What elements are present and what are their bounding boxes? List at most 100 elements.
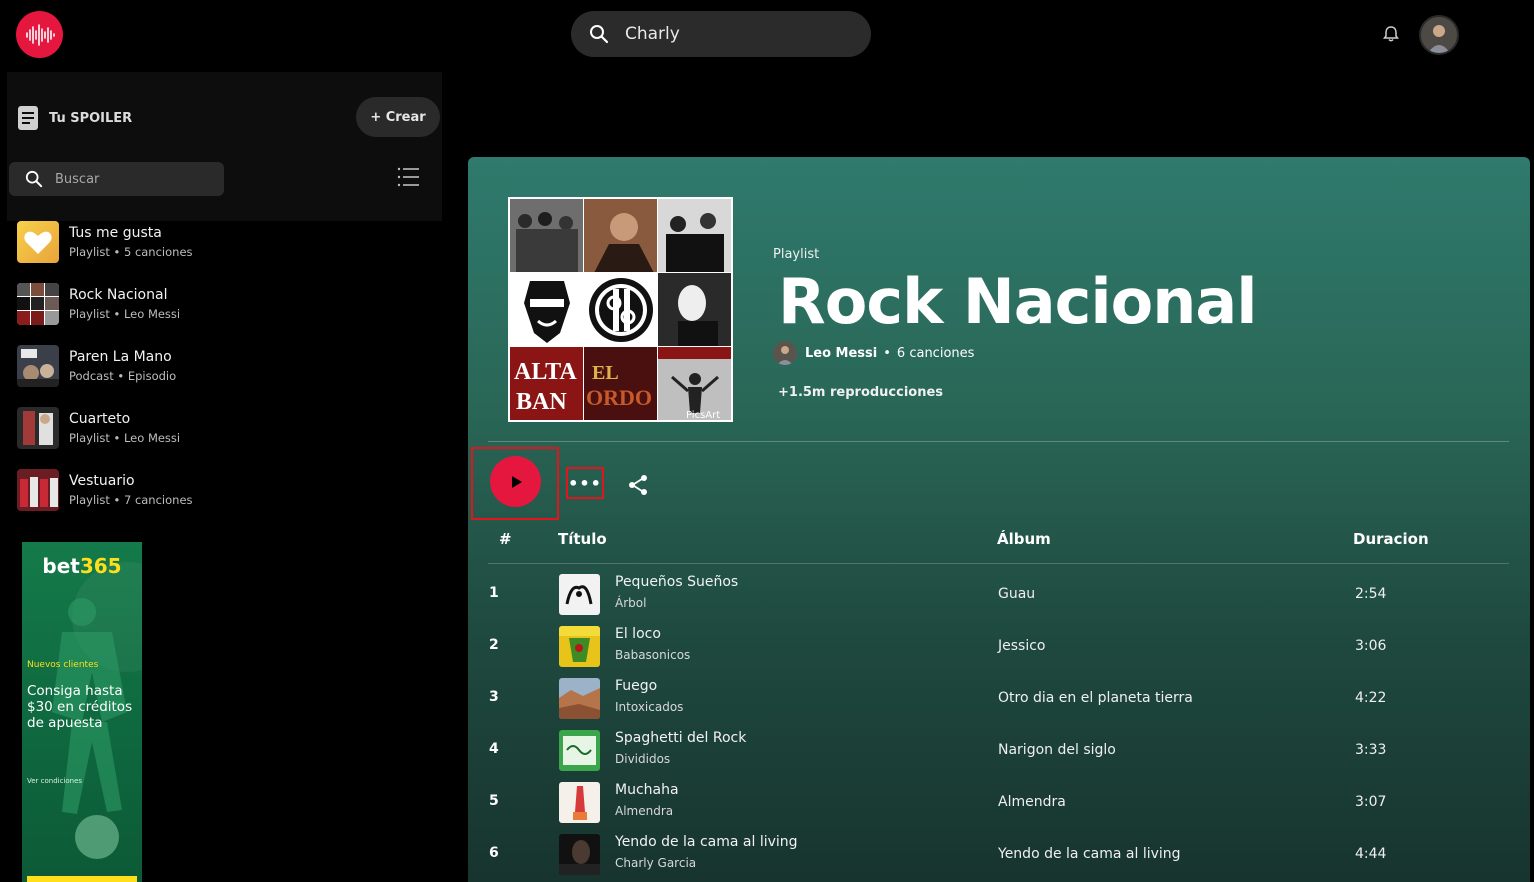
liked-songs-thumb: [17, 221, 59, 263]
playlist-title: Rock Nacional: [778, 265, 1257, 338]
user-avatar[interactable]: [1419, 15, 1459, 55]
play-icon: [511, 475, 522, 488]
library-item-sub: Podcast • Episodio: [69, 369, 177, 383]
track-album[interactable]: Otro dia en el planeta tierra: [998, 690, 1193, 706]
track-row[interactable]: 1 Pequeños Sueños Árbol Guau 2:54: [468, 569, 1530, 621]
track-artist[interactable]: Almendra: [615, 804, 673, 818]
column-header-duration[interactable]: Duracion: [1353, 530, 1429, 548]
svg-text:BAN: BAN: [516, 389, 567, 415]
playlist-plays: +1.5m reproducciones: [778, 385, 944, 400]
track-duration: 4:22: [1355, 690, 1387, 706]
track-row[interactable]: 4 Spaghetti del Rock Divididos Narigon d…: [468, 725, 1530, 777]
library-title[interactable]: Tu SPOILER: [17, 105, 132, 131]
track-album[interactable]: Jessico: [998, 638, 1045, 654]
playlist-cover: ALTA BAN EL ORDO PicsArt: [508, 197, 733, 422]
svg-text:ORDO: ORDO: [586, 385, 652, 410]
more-options-label: •••: [568, 473, 602, 493]
ad-new-clients: Nuevos clientes: [27, 660, 99, 670]
library-icon: [18, 106, 38, 130]
separator-dot: •: [883, 345, 891, 361]
library-title-label: Tu SPOILER: [49, 110, 133, 126]
track-number: 6: [489, 845, 499, 861]
library-item-name: Cuarteto: [69, 411, 131, 427]
playlist-panel: ALTA BAN EL ORDO PicsArt Playlist Rock Nac…: [468, 157, 1530, 882]
track-title: El loco: [615, 626, 661, 642]
track-art: [559, 626, 600, 667]
track-album[interactable]: Narigon del siglo: [998, 742, 1116, 758]
track-artist[interactable]: Babasonicos: [615, 648, 690, 662]
track-album[interactable]: Guau: [998, 586, 1035, 602]
svg-text:EL: EL: [592, 362, 619, 384]
podcast-thumb: [17, 345, 59, 387]
track-art: [559, 678, 600, 719]
track-artist[interactable]: Árbol: [615, 596, 646, 610]
library-item-name: Vestuario: [69, 473, 135, 489]
global-search-value: Charly: [625, 24, 680, 44]
track-title: Fuego: [615, 678, 658, 694]
track-duration: 3:33: [1355, 742, 1387, 758]
library-item-name: Tus me gusta: [69, 225, 162, 241]
ad-conditions-link[interactable]: Ver condiciones: [27, 777, 82, 785]
library-item-name: Rock Nacional: [69, 287, 168, 303]
track-artist[interactable]: Intoxicados: [615, 700, 683, 714]
track-duration: 2:54: [1355, 586, 1387, 602]
track-row[interactable]: 3 Fuego Intoxicados Otro dia en el plane…: [468, 673, 1530, 725]
create-button[interactable]: + Crear: [356, 97, 440, 137]
track-artist[interactable]: Charly Garcia: [615, 856, 696, 870]
track-art: [559, 782, 600, 823]
table-header-divider: [488, 563, 1509, 564]
library-item-sub: Playlist • Leo Messi: [69, 431, 181, 445]
ad-banner[interactable]: bet365 Nuevos clientes Consiga hasta $30…: [22, 542, 142, 882]
library-item-cuarteto[interactable]: Cuarteto Playlist • Leo Messi: [17, 406, 437, 450]
share-icon[interactable]: [626, 473, 650, 497]
track-album[interactable]: Yendo de la cama al living: [998, 846, 1181, 862]
column-header-title[interactable]: Título: [558, 530, 607, 548]
library-item-sub: Playlist • 5 canciones: [69, 245, 193, 259]
track-art: [559, 730, 600, 771]
library-header: Tu SPOILER + Crear Buscar: [7, 72, 442, 221]
search-icon: [25, 170, 43, 188]
library-search-placeholder: Buscar: [55, 171, 100, 187]
ad-brand: bet365: [22, 554, 142, 578]
app-logo[interactable]: [16, 11, 63, 58]
playlist-kind: Playlist: [773, 247, 820, 262]
track-number: 3: [489, 689, 499, 705]
track-art: [559, 574, 600, 615]
track-title: Muchaha: [615, 782, 679, 798]
track-artist[interactable]: Divididos: [615, 752, 670, 766]
ad-brand-b: 365: [79, 554, 122, 578]
playlist-thumb: [17, 407, 59, 449]
list-view-icon[interactable]: [396, 165, 420, 189]
more-options-button[interactable]: •••: [566, 467, 604, 499]
playlist-thumb: [17, 283, 59, 325]
playlist-owner[interactable]: Leo Messi: [805, 346, 877, 361]
play-button[interactable]: [490, 456, 541, 507]
owner-avatar[interactable]: [773, 341, 797, 365]
playlist-owner-row: Leo Messi • 6 canciones: [773, 341, 974, 365]
global-search-input[interactable]: Charly: [571, 11, 871, 57]
cover-watermark: PicsArt: [686, 410, 720, 420]
column-header-album[interactable]: Álbum: [997, 530, 1051, 548]
track-title: Pequeños Sueños: [615, 574, 739, 590]
track-row[interactable]: 2 El loco Babasonicos Jessico 3:06: [468, 621, 1530, 673]
library-item-name: Paren La Mano: [69, 349, 172, 365]
track-album[interactable]: Almendra: [998, 794, 1066, 810]
notification-bell-icon[interactable]: [1381, 24, 1401, 44]
library-item-sub: Playlist • Leo Messi: [69, 307, 181, 321]
library-item-paren-la-mano[interactable]: Paren La Mano Podcast • Episodio: [17, 344, 437, 388]
track-number: 2: [489, 637, 499, 653]
track-number: 1: [489, 585, 499, 601]
library-item-tus-me-gusta[interactable]: Tus me gusta Playlist • 5 canciones: [17, 220, 437, 264]
track-row[interactable]: 5 Muchaha Almendra Almendra 3:07: [468, 777, 1530, 829]
svg-text:ALTA: ALTA: [514, 359, 577, 385]
column-header-number: #: [499, 530, 512, 548]
track-duration: 3:06: [1355, 638, 1387, 654]
track-row[interactable]: 6 Yendo de la cama al living Charly Garc…: [468, 829, 1530, 881]
track-art: [559, 834, 600, 875]
library-item-rock-nacional[interactable]: Rock Nacional Playlist • Leo Messi: [17, 282, 437, 326]
search-icon: [590, 25, 609, 44]
track-duration: 3:07: [1355, 794, 1387, 810]
library-item-vestuario[interactable]: Vestuario Playlist • 7 canciones: [17, 468, 437, 512]
library-item-sub: Playlist • 7 canciones: [69, 493, 193, 507]
library-search-input[interactable]: Buscar: [9, 162, 224, 196]
